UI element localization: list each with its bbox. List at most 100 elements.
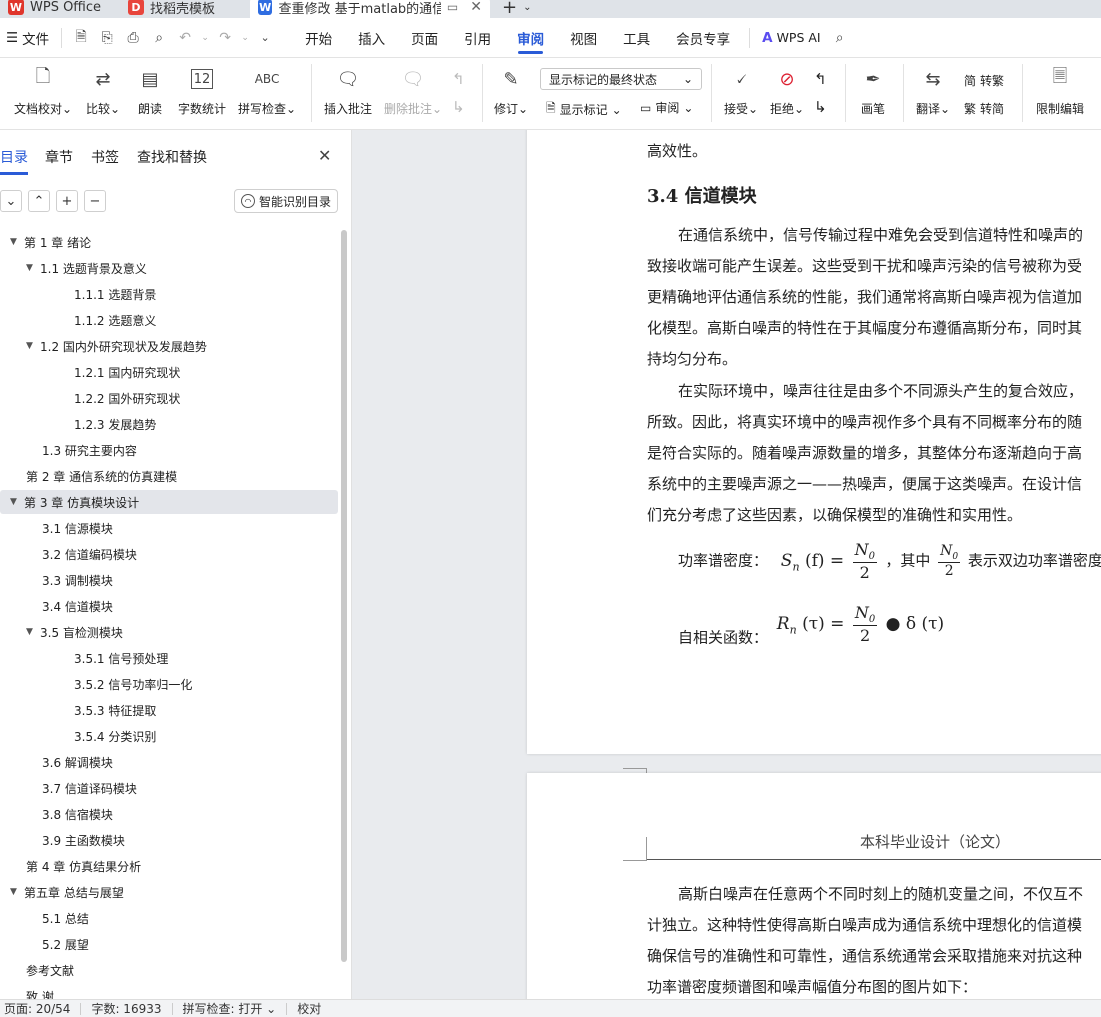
toc-item[interactable]: 3.9 主函数模块 (26, 828, 125, 852)
document-page[interactable]: 本科毕业设计（论文） 高斯白噪声在任意两个不同时刻上的随机变量之间，不仅互不 计独… (527, 773, 1101, 999)
toc-item[interactable]: 第 2 章 通信系统的仿真建模 (10, 464, 177, 488)
toc-item[interactable]: 3.7 信道译码模块 (26, 776, 137, 800)
menu-home[interactable]: 开始 (292, 18, 345, 58)
toc-item[interactable]: ▼ 第 3 章 仿真模块设计 (0, 490, 338, 514)
toc-item[interactable]: 3.2 信道编码模块 (26, 542, 137, 566)
menu-view[interactable]: 视图 (557, 18, 610, 58)
toc-item[interactable]: 参考文献 (10, 958, 74, 982)
add-heading-button[interactable]: + (56, 190, 78, 212)
toc-item[interactable]: 3.5.2 信号功率归一化 (58, 672, 192, 696)
toc-item[interactable]: 1.2.3 发展趋势 (58, 412, 156, 436)
prev-comment-icon[interactable]: ↰ (452, 70, 465, 88)
print-preview-icon[interactable]: ⌕ (146, 18, 172, 58)
close-icon[interactable]: ✕ (318, 146, 331, 165)
toc-item[interactable]: ▼ 第五章 总结与展望 (10, 880, 124, 904)
expand-arrow-icon[interactable]: ▼ (26, 627, 40, 637)
toc-item[interactable]: 1.3 研究主要内容 (26, 438, 137, 462)
new-tab-button[interactable]: + ⌄ (494, 0, 539, 18)
expand-arrow-icon[interactable]: ▼ (26, 341, 40, 351)
page-indicator[interactable]: 页面: 20/54 (0, 1002, 82, 1015)
accept-button[interactable]: 🗸 接受⌄ (724, 66, 758, 117)
doc-check-button[interactable]: 🗋 文档校对⌄ (14, 66, 72, 117)
toc-item[interactable]: 5.2 展望 (26, 932, 89, 956)
toc-item[interactable]: 3.3 调制模块 (26, 568, 113, 592)
next-comment-icon[interactable]: ↳ (452, 98, 465, 116)
toc-item[interactable]: ▼ 1.2 国内外研究现状及发展趋势 (26, 334, 207, 358)
revise-button[interactable]: ✎ 修订⌄ (494, 66, 528, 117)
more-chevron-icon[interactable]: ⌄ (252, 18, 278, 58)
toc-item[interactable]: 1.1.2 选题意义 (58, 308, 156, 332)
file-menu[interactable]: ☰ 文件 (0, 18, 55, 58)
undo-dropdown-icon[interactable]: ⌄ (198, 18, 212, 58)
collapse-all-button[interactable]: ⌄ (0, 190, 22, 212)
review-pane-button[interactable]: ▭ 审阅 ⌄ (640, 99, 693, 116)
tab-document[interactable]: W 查重修改 基于matlab的通信仿 ▭ ✕ (250, 0, 490, 18)
remove-heading-button[interactable]: − (84, 190, 106, 212)
reject-button[interactable]: ⊘ 拒绝⌄ (770, 66, 804, 117)
insert-comment-button[interactable]: 🗨 插入批注 (324, 66, 372, 117)
close-icon[interactable]: ✕ (470, 0, 482, 15)
tab-wps-office[interactable]: W WPS Office (0, 0, 109, 18)
translate-button[interactable]: ⇆ 翻译⌄ (916, 66, 950, 117)
document-page[interactable]: 高效性。 3.4 信道模块 在通信系统中，信号传输过程中难免会受到信道特性和噪声… (527, 130, 1101, 816)
toc-item[interactable]: 3.4 信道模块 (26, 594, 113, 618)
screen-icon[interactable]: ▭ (447, 0, 458, 14)
nav-tab-find-replace[interactable]: 查找和替换 (137, 147, 207, 167)
print-icon[interactable]: ⎙ (120, 18, 146, 58)
to-simplified-button[interactable]: 繁 转简 (964, 100, 1004, 117)
spell-check-button[interactable]: ABC 拼写检查⌄ (238, 66, 296, 117)
level-up-button[interactable]: ⌃ (28, 190, 50, 212)
expand-arrow-icon[interactable]: ▼ (10, 887, 24, 897)
menu-reference[interactable]: 引用 (451, 18, 504, 58)
pen-button[interactable]: ✒ 画笔 (860, 66, 886, 117)
redo-icon[interactable]: ↷ (212, 18, 238, 58)
toc-item[interactable]: 3.8 信宿模块 (26, 802, 113, 826)
toc-item[interactable]: 3.5.4 分类识别 (58, 724, 156, 748)
menu-insert[interactable]: 插入 (345, 18, 398, 58)
search-icon[interactable]: ⌕ (827, 18, 853, 58)
toc-item[interactable]: 第 4 章 仿真结果分析 (10, 854, 141, 878)
expand-arrow-icon[interactable]: ▼ (26, 263, 40, 273)
export-pdf-icon[interactable]: ⎘ (94, 18, 120, 58)
toc-item[interactable]: ▼ 第 1 章 绪论 (10, 230, 91, 254)
menu-tools[interactable]: 工具 (610, 18, 663, 58)
menu-review[interactable]: 审阅 (504, 18, 557, 58)
next-change-icon[interactable]: ↳ (814, 98, 827, 116)
redo-dropdown-icon[interactable]: ⌄ (238, 18, 252, 58)
nav-tab-chapter[interactable]: 章节 (45, 147, 73, 167)
restrict-edit-button[interactable]: 🗏 限制编辑 (1036, 66, 1084, 117)
delete-comment-button[interactable]: 🗨 删除批注⌄ (384, 66, 442, 117)
spell-check-status[interactable]: 拼写检查: 打开 ⌄ (173, 1002, 288, 1015)
proofread-status[interactable]: 校对 (287, 1003, 331, 1015)
document-canvas[interactable]: 高效性。 3.4 信道模块 在通信系统中，信号传输过程中难免会受到信道特性和噪声… (352, 130, 1101, 999)
menu-member[interactable]: 会员专享 (663, 18, 743, 58)
compare-button[interactable]: ⇄ 比较⌄ (86, 66, 120, 117)
word-count-button[interactable]: 12 字数统计 (178, 66, 226, 117)
smart-toc-button[interactable]: ◠ 智能识别目录 (234, 189, 339, 213)
expand-arrow-icon[interactable]: ▼ (10, 497, 24, 507)
toc-item[interactable]: 3.5.1 信号预处理 (58, 646, 168, 670)
tab-docer-template[interactable]: D 找稻壳模板 (120, 0, 223, 18)
undo-icon[interactable]: ↶ (172, 18, 198, 58)
prev-change-icon[interactable]: ↰ (814, 70, 827, 88)
toc-item[interactable]: 5.1 总结 (26, 906, 89, 930)
menu-page[interactable]: 页面 (398, 18, 451, 58)
read-aloud-button[interactable]: ▤ 朗读 (137, 66, 163, 117)
toc-item[interactable]: 3.6 解调模块 (26, 750, 113, 774)
wps-ai-button[interactable]: A WPS AI (756, 18, 827, 58)
toc-item[interactable]: 1.2.1 国内研究现状 (58, 360, 180, 384)
to-traditional-button[interactable]: 简 转繁 (964, 72, 1004, 89)
toc-item[interactable]: ▼ 1.1 选题背景及意义 (26, 256, 147, 280)
toc-item[interactable]: 1.1.1 选题背景 (58, 282, 156, 306)
nav-tab-toc[interactable]: 目录 (0, 147, 28, 175)
markup-display-select[interactable]: 显示标记的最终状态 ⌄ (540, 68, 702, 90)
show-markup-button[interactable]: 🗎 显示标记 ⌄ (546, 99, 622, 120)
expand-arrow-icon[interactable]: ▼ (10, 237, 24, 247)
toc-scrollbar[interactable] (341, 230, 347, 962)
nav-tab-bookmark[interactable]: 书签 (91, 147, 119, 167)
toc-item[interactable]: 1.2.2 国外研究现状 (58, 386, 180, 410)
toc-item[interactable]: ▼ 3.5 盲检测模块 (26, 620, 123, 644)
save-icon[interactable]: 🗎 (68, 18, 94, 58)
toc-item[interactable]: 3.5.3 特征提取 (58, 698, 156, 722)
toc-item[interactable]: 3.1 信源模块 (26, 516, 113, 540)
